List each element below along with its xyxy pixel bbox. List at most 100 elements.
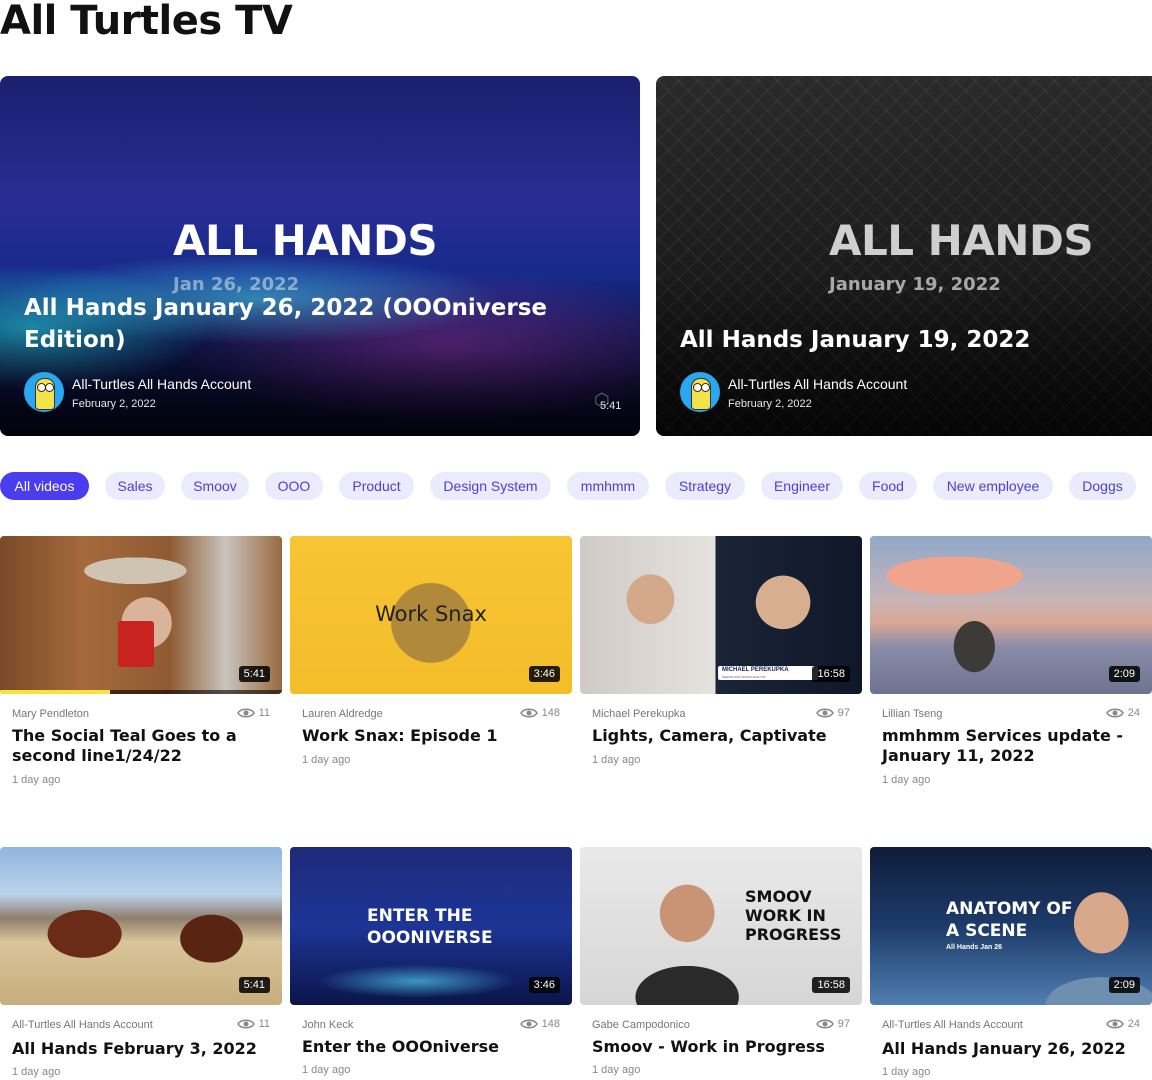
view-count-value: 11	[258, 1018, 270, 1030]
thumbnail-date: January 19, 2022	[829, 274, 1001, 295]
video-age: 1 day ago	[302, 754, 351, 766]
view-count: 24	[1105, 707, 1140, 719]
filter-chip-engineer[interactable]: Engineer	[761, 472, 843, 500]
featured-video-card[interactable]: ALL HANDS Jan 26, 2022 All Hands January…	[0, 76, 640, 436]
video-title[interactable]: Enter the OOOniverse	[302, 1037, 564, 1057]
video-thumbnail[interactable]: MICHAEL PEREKUPKA SENIOR SOLUTIONS ANALY…	[580, 536, 862, 694]
eye-icon	[815, 708, 834, 718]
video-thumbnail[interactable]: 5:41	[0, 536, 282, 694]
thumbnail-heading: ALL HANDS	[829, 216, 1094, 265]
filter-chip-smoov[interactable]: Smoov	[181, 472, 249, 500]
eye-icon	[236, 1019, 255, 1029]
video-card[interactable]: 2:09 Lillian Tseng 24 mmhmm Services upd…	[870, 536, 1152, 796]
duration-badge: 5:41	[238, 977, 270, 993]
filter-chip-mmhmm[interactable]: mmhmm	[567, 472, 649, 500]
video-thumbnail[interactable]: 5:41	[0, 847, 282, 1005]
duration-badge: 3:46	[528, 666, 560, 682]
video-author: John Keck	[302, 1019, 354, 1031]
video-card[interactable]: 5:41 All-Turtles All Hands Account 11 Al…	[0, 847, 282, 1080]
duration-badge: 16:58	[812, 977, 850, 993]
view-count-value: 148	[541, 1018, 560, 1030]
view-count-value: 24	[1127, 707, 1140, 719]
view-count-value: 11	[258, 707, 270, 719]
thumbnail-overlay-subtext: All Hands Jan 26	[946, 944, 1003, 951]
view-count: 11	[236, 707, 270, 719]
view-count: 148	[519, 1018, 560, 1030]
featured-duration: 5:41	[600, 400, 622, 412]
video-author: Lauren Aldredge	[302, 708, 383, 720]
thumbnail-heading: ALL HANDS	[173, 216, 438, 265]
view-count: 24	[1105, 1018, 1140, 1030]
video-card[interactable]: SMOOV WORK IN PROGRESS 16:58 Gabe Campod…	[580, 847, 862, 1080]
video-title[interactable]: Lights, Camera, Captivate	[592, 726, 854, 746]
turtle-avatar-icon	[24, 372, 64, 412]
video-title[interactable]: The Social Teal Goes to a second line1/2…	[12, 726, 274, 766]
featured-video-title[interactable]: All Hands January 19, 2022	[680, 324, 1152, 356]
video-author: All-Turtles All Hands Account	[12, 1019, 153, 1031]
filter-chip-all-videos[interactable]: All videos	[0, 472, 89, 500]
filter-chip-sales[interactable]: Sales	[105, 472, 165, 500]
video-card[interactable]: ANATOMY OF A SCENE All Hands Jan 26 2:09…	[870, 847, 1152, 1080]
video-thumbnail[interactable]: SMOOV WORK IN PROGRESS 16:58	[580, 847, 862, 1005]
video-title[interactable]: All Hands January 26, 2022	[882, 1039, 1144, 1059]
duration-badge: 2:09	[1108, 666, 1140, 682]
featured-video-card[interactable]: ALL HANDS January 19, 2022 All Hands Jan…	[656, 76, 1152, 436]
video-title[interactable]: All Hands February 3, 2022	[12, 1039, 274, 1059]
thumbnail-overlay-text: ENTER THE OOONIVERSE	[367, 906, 493, 948]
filter-chip-design-system[interactable]: Design System	[430, 472, 551, 500]
video-card[interactable]: Work Snax 3:46 Lauren Aldredge 148 Work …	[290, 536, 572, 796]
view-count: 97	[815, 1018, 850, 1030]
eye-icon	[519, 1019, 538, 1029]
filter-chip-food[interactable]: Food	[859, 472, 917, 500]
turtle-avatar-icon	[680, 372, 720, 412]
video-title[interactable]: mmhmm Services update - January 11, 2022	[882, 726, 1144, 766]
duration-badge: 2:09	[1108, 977, 1140, 993]
video-age: 1 day ago	[592, 1064, 641, 1076]
video-title[interactable]: Work Snax: Episode 1	[302, 726, 564, 746]
video-author: All-Turtles All Hands Account	[882, 1019, 1023, 1031]
page-title: All Turtles TV	[0, 0, 293, 44]
filter-chip-doggs[interactable]: Doggs	[1069, 472, 1136, 500]
eye-icon	[815, 1019, 834, 1029]
video-card[interactable]: 5:41 Mary Pendleton 11 The Social Teal G…	[0, 536, 282, 796]
eye-icon	[1105, 708, 1124, 718]
filter-chip-ooo[interactable]: OOO	[265, 472, 323, 500]
filter-chip-strategy[interactable]: Strategy	[665, 472, 745, 500]
duration-badge: 5:41	[238, 666, 270, 682]
video-author: Mary Pendleton	[12, 708, 90, 720]
video-card[interactable]: MICHAEL PEREKUPKA SENIOR SOLUTIONS ANALY…	[580, 536, 862, 796]
duration-badge: 16:58	[812, 666, 850, 682]
view-count-value: 97	[837, 707, 850, 719]
view-count: 97	[815, 707, 850, 719]
eye-icon	[519, 708, 538, 718]
video-author: Gabe Campodonico	[592, 1019, 690, 1031]
video-age: 1 day ago	[882, 1066, 931, 1078]
watch-progress-bar	[0, 690, 110, 694]
featured-posted-date: February 2, 2022	[728, 398, 812, 410]
lower-third-name: MICHAEL PEREKUPKA	[722, 667, 789, 673]
video-thumbnail[interactable]: Work Snax 3:46	[290, 536, 572, 694]
video-thumbnail[interactable]: ANATOMY OF A SCENE All Hands Jan 26 2:09	[870, 847, 1152, 1005]
featured-author: All-Turtles All Hands Account	[72, 376, 252, 392]
filter-chip-product[interactable]: Product	[339, 472, 414, 500]
video-author: Lillian Tseng	[882, 708, 943, 720]
eye-icon	[1105, 1019, 1124, 1029]
featured-posted-date: February 2, 2022	[72, 398, 156, 410]
filter-chip-new-employee[interactable]: New employee	[933, 472, 1053, 500]
featured-video-title[interactable]: All Hands January 26, 2022 (OOOniverse E…	[24, 292, 584, 356]
eye-icon	[236, 708, 255, 718]
view-count: 148	[519, 707, 560, 719]
view-count-value: 24	[1127, 1018, 1140, 1030]
duration-badge: 3:46	[528, 977, 560, 993]
video-author: Michael Perekupka	[592, 708, 686, 720]
video-thumbnail[interactable]: ENTER THE OOONIVERSE 3:46	[290, 847, 572, 1005]
video-card[interactable]: ENTER THE OOONIVERSE 3:46 John Keck 148 …	[290, 847, 572, 1080]
video-thumbnail[interactable]: 2:09	[870, 536, 1152, 694]
video-age: 1 day ago	[12, 1066, 61, 1078]
view-count-value: 97	[837, 1018, 850, 1030]
view-count: 11	[236, 1018, 270, 1030]
video-age: 1 day ago	[302, 1064, 351, 1076]
lower-third-role: SENIOR SOLUTIONS ANALYST	[722, 675, 766, 679]
thumbnail-overlay-text: Work Snax	[375, 602, 487, 626]
video-title[interactable]: Smoov - Work in Progress	[592, 1037, 854, 1057]
